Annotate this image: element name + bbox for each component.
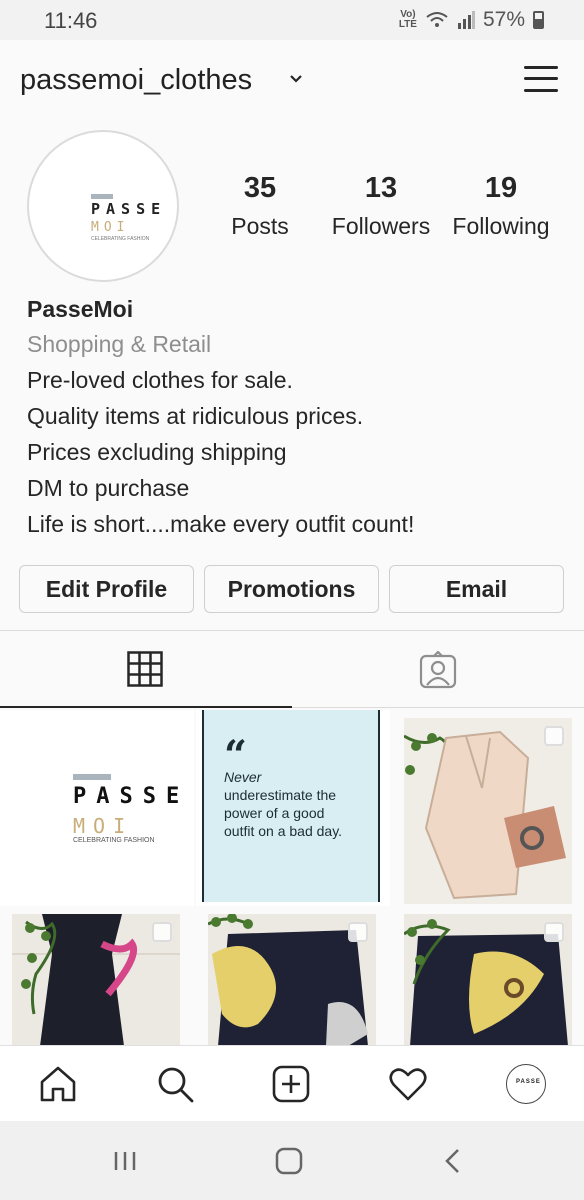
quote-rest: underestimate the power of a good outfit…	[224, 787, 343, 839]
posts-count: 35	[243, 172, 277, 204]
logo-tagline: CELEBRATING FASHION	[73, 837, 155, 844]
status-bar: 11:46 Vo) LTE 57%	[0, 0, 584, 40]
post-black-dress[interactable]	[12, 914, 180, 1046]
wifi-icon	[426, 12, 448, 27]
post-quote[interactable]: “ Never underestimate the power of a goo…	[196, 710, 390, 906]
profile-tabs	[0, 630, 584, 708]
logo-tagline: CELEBRATING FASHION	[91, 236, 150, 242]
chevron-down-icon[interactable]	[289, 68, 303, 89]
profile-bio: PasseMoi Shopping & Retail Pre-loved clo…	[27, 296, 414, 538]
post-jacket[interactable]	[404, 718, 572, 904]
following-count: 19	[484, 172, 518, 204]
search-icon[interactable]	[155, 1064, 195, 1104]
system-navigation-bar	[0, 1121, 584, 1200]
stat-posts[interactable]: 35 Posts	[200, 172, 320, 240]
battery-percent: 57%	[482, 8, 525, 31]
logo-text-passe: PASSE	[73, 784, 190, 809]
status-icons: Vo) LTE 57%	[399, 8, 544, 32]
tagged-icon[interactable]	[419, 651, 457, 689]
new-post-icon[interactable]	[271, 1064, 311, 1104]
bio-line: DM to purchase	[27, 475, 190, 501]
home-icon[interactable]	[38, 1064, 78, 1104]
logo-bar	[73, 774, 111, 780]
heart-icon[interactable]	[388, 1064, 428, 1104]
logo-text-moi: MOI	[91, 220, 130, 235]
stat-following[interactable]: 19 Following	[441, 172, 561, 240]
back-icon[interactable]	[436, 1146, 470, 1176]
stat-followers[interactable]: 13 Followers	[321, 172, 441, 240]
quote-card: “ Never underestimate the power of a goo…	[202, 710, 380, 902]
avatar-logo-text: PASSE	[516, 1079, 541, 1085]
home-button-icon[interactable]	[272, 1146, 306, 1176]
post-logo[interactable]: PASSE MOI CELEBRATING FASHION	[0, 710, 194, 906]
post-navy-cardigan[interactable]	[208, 914, 376, 1046]
bottom-navigation: PASSE	[0, 1045, 584, 1121]
select-checkbox[interactable]	[348, 922, 368, 942]
select-checkbox[interactable]	[152, 922, 172, 942]
promotions-button[interactable]: Promotions	[204, 565, 379, 613]
post-navy-sweater[interactable]	[404, 914, 572, 1046]
logo-bar	[91, 194, 113, 199]
profile-name: PasseMoi	[27, 296, 134, 322]
following-label: Following	[452, 213, 550, 239]
select-checkbox[interactable]	[544, 726, 564, 746]
bio-line: Pre-loved clothes for sale.	[27, 367, 293, 393]
bio-line: Life is short....make every outfit count…	[27, 511, 415, 537]
quote-first-word: Never	[224, 769, 262, 785]
followers-count: 13	[364, 172, 398, 204]
logo-text-moi: MOI	[73, 814, 134, 838]
logo-text-passe: PASSE	[91, 200, 167, 218]
email-button[interactable]: Email	[389, 565, 564, 613]
edit-profile-button[interactable]: Edit Profile	[19, 565, 194, 613]
recent-apps-icon[interactable]	[108, 1146, 142, 1176]
battery-icon	[533, 11, 544, 29]
quote-text: Never underestimate the power of a good …	[224, 768, 354, 840]
posts-label: Posts	[231, 213, 289, 239]
followers-label: Followers	[331, 213, 431, 239]
bio-line: Quality items at ridiculous prices.	[27, 403, 364, 429]
grid-icon[interactable]	[127, 651, 163, 687]
account-username[interactable]: passemoi_clothes	[20, 64, 252, 97]
status-time: 11:46	[44, 8, 98, 33]
profile-header: passemoi_clothes	[0, 40, 584, 120]
active-tab-indicator	[0, 706, 292, 708]
signal-icon	[457, 11, 475, 29]
volte-icon: Vo) LTE	[398, 9, 417, 30]
select-checkbox[interactable]	[544, 922, 564, 942]
profile-category: Shopping & Retail	[27, 331, 212, 357]
hamburger-menu-icon[interactable]	[524, 64, 558, 94]
profile-tab-avatar[interactable]: PASSE	[506, 1064, 546, 1104]
profile-avatar[interactable]: PASSE MOI CELEBRATING FASHION	[27, 130, 179, 282]
bio-line: Prices excluding shipping	[27, 439, 287, 465]
